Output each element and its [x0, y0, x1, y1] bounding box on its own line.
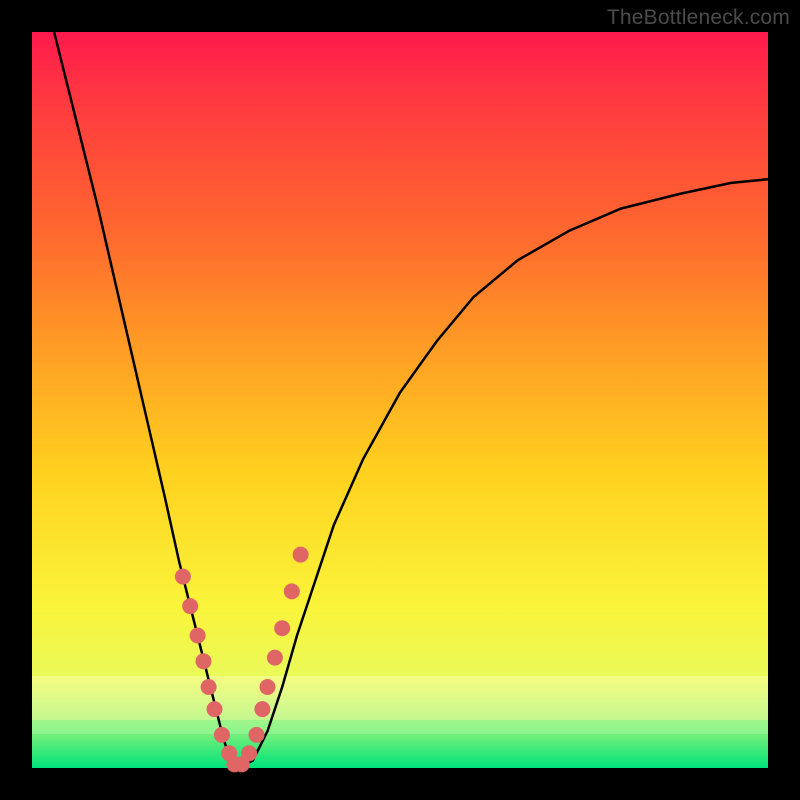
sample-point-marker — [207, 701, 223, 717]
sample-point-marker — [284, 583, 300, 599]
sample-point-marker — [196, 653, 212, 669]
chart-svg — [32, 32, 768, 768]
marker-group — [175, 547, 309, 773]
chart-frame: TheBottleneck.com — [0, 0, 800, 800]
watermark-text: TheBottleneck.com — [607, 6, 790, 30]
sample-point-marker — [293, 547, 309, 563]
sample-point-marker — [214, 727, 230, 743]
sample-point-marker — [201, 679, 217, 695]
sample-point-marker — [175, 569, 191, 585]
sample-point-marker — [260, 679, 276, 695]
sample-point-marker — [267, 650, 283, 666]
bottleneck-curve-line — [54, 32, 768, 768]
sample-point-marker — [190, 628, 206, 644]
sample-point-marker — [254, 701, 270, 717]
sample-point-marker — [274, 620, 290, 636]
sample-point-marker — [249, 727, 265, 743]
sample-point-marker — [241, 745, 257, 761]
sample-point-marker — [182, 598, 198, 614]
